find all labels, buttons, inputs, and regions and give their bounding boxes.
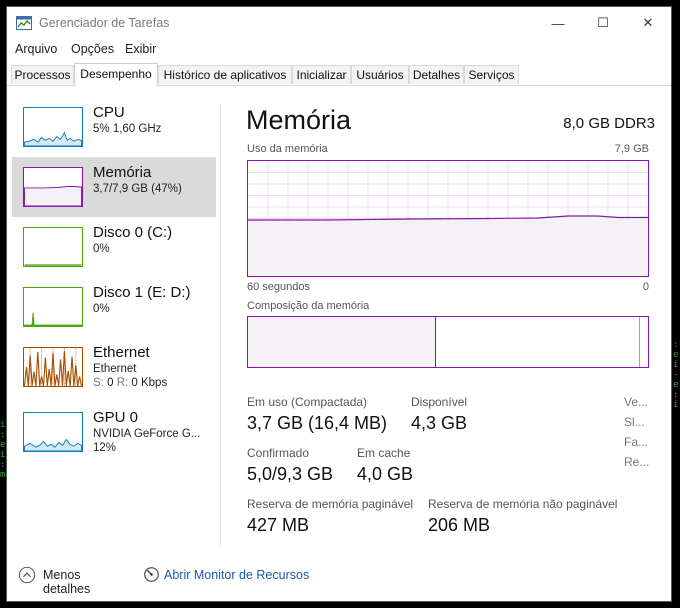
tab-inicializar[interactable]: Inicializar [292, 65, 351, 84]
fewer-details-toggle[interactable]: Menos detalhes [15, 562, 131, 596]
fewer-details-label: Menos detalhes [43, 568, 91, 596]
minimize-button[interactable]: — [535, 11, 581, 35]
ethernet-thumbnail-graph [23, 347, 83, 387]
panel-title: Memória [246, 105, 352, 135]
cached-value: 4,0 GB [357, 464, 414, 484]
send-label: S: [93, 377, 104, 389]
tab-usuarios[interactable]: Usuários [351, 65, 409, 84]
cpu-usage: 5% 1,60 GHz [93, 123, 162, 135]
memory-usage: 3,7/7,9 GB (47%) [93, 183, 182, 195]
cpu-thumbnail-graph [23, 107, 83, 147]
tab-historico[interactable]: Histórico de aplicativos [158, 65, 292, 84]
available-value: 4,3 GB [411, 413, 468, 433]
tab-strip: Processos Desempenho Histórico de aplica… [7, 63, 671, 86]
committed-value: 5,0/9,3 GB [247, 464, 334, 484]
disk1-usage: 0% [93, 303, 110, 315]
memory-thumbnail-graph [23, 167, 83, 207]
disk0-usage: 0% [93, 243, 110, 255]
composition-free-marker [639, 317, 640, 367]
maximize-button[interactable]: ☐ [580, 11, 626, 35]
side-label-form-factor: Fa... [624, 435, 649, 449]
nonpaged-pool-label: Reserva de memória não paginável [428, 497, 618, 511]
sidebar-item-disco1[interactable]: Disco 1 (E: D:) 0% [12, 277, 216, 337]
nonpaged-pool-value: 206 MB [428, 515, 491, 535]
background-text: i : e i : m [0, 420, 6, 480]
cpu-title: CPU [93, 104, 125, 121]
memory-usage-area [248, 216, 648, 276]
gpu-title: GPU 0 [93, 409, 139, 426]
memory-title: Memória [93, 164, 152, 181]
chevron-up-icon [18, 566, 36, 584]
gpu-name: NVIDIA GeForce G... [93, 428, 201, 440]
committed-label: Confirmado [247, 446, 310, 460]
composition-in-use [248, 317, 436, 367]
task-manager-window: Gerenciador de Tarefas — ☐ ✕ Arquivo Opç… [6, 6, 672, 602]
memory-composition-bar [247, 316, 649, 368]
menu-opcoes[interactable]: Opções [71, 42, 114, 56]
memory-usage-graph [247, 160, 649, 277]
side-label-speed: Ve... [624, 395, 649, 409]
recv-label: R: [116, 377, 129, 389]
time-axis-right: 0 [642, 281, 649, 293]
footer-bar: Menos detalhes Abrir Monitor de Recursos [7, 562, 671, 596]
disk1-thumbnail-graph [23, 287, 83, 327]
title-bar: Gerenciador de Tarefas — ☐ ✕ [7, 7, 671, 39]
ethernet-throughput: S: 0 R: 0 Kbps [93, 377, 167, 389]
resource-monitor-icon [144, 567, 159, 582]
tab-detalhes[interactable]: Detalhes [409, 65, 464, 84]
available-label: Disponível [411, 395, 468, 409]
window-title: Gerenciador de Tarefas [39, 16, 170, 30]
tab-servicos[interactable]: Serviços [464, 65, 519, 84]
menu-exibir[interactable]: Exibir [125, 42, 156, 56]
background-text: : e i - e : i [673, 340, 679, 410]
in-use-value: 3,7 GB (16,4 MB) [247, 413, 388, 433]
side-label-reserved: Re... [624, 455, 650, 469]
panel-divider [220, 104, 221, 548]
disk1-title: Disco 1 (E: D:) [93, 284, 191, 301]
ethernet-adapter: Ethernet [93, 363, 137, 375]
memory-panel: Memória 8,0 GB DDR3 Uso da memória 7,9 G… [233, 97, 663, 552]
tab-processos[interactable]: Processos [11, 65, 74, 84]
gpu-usage: 12% [93, 442, 117, 454]
resource-sidebar: CPU 5% 1,60 GHz Memória 3,7/7,9 GB (47%)… [7, 97, 220, 552]
gpu-thumbnail-graph [23, 412, 83, 452]
send-value: 0 [107, 377, 114, 389]
sidebar-item-gpu[interactable]: GPU 0 NVIDIA GeForce G... 12% [12, 402, 216, 462]
resource-monitor-link[interactable]: Abrir Monitor de Recursos [141, 562, 311, 588]
menu-arquivo[interactable]: Arquivo [15, 42, 57, 56]
time-axis-left: 60 segundos [247, 281, 310, 293]
sidebar-item-memoria[interactable]: Memória 3,7/7,9 GB (47%) [12, 157, 216, 217]
paged-pool-label: Reserva de memória paginável [247, 497, 414, 511]
close-button[interactable]: ✕ [625, 11, 671, 35]
recv-value: 0 Kbps [131, 377, 168, 389]
sidebar-item-disco0[interactable]: Disco 0 (C:) 0% [12, 217, 216, 277]
usage-label: Uso da memória [247, 143, 328, 155]
memory-spec: 8,0 GB DDR3 [563, 115, 655, 132]
paged-pool-value: 427 MB [247, 515, 310, 535]
disk0-thumbnail-graph [23, 227, 83, 267]
task-manager-icon [16, 16, 32, 30]
sidebar-item-cpu[interactable]: CPU 5% 1,60 GHz [12, 97, 216, 157]
resource-monitor-label: Abrir Monitor de Recursos [164, 568, 310, 582]
usage-max: 7,9 GB [614, 143, 649, 155]
composition-label: Composição da memória [247, 300, 370, 312]
side-label-slots: Sl... [624, 415, 645, 429]
disk0-title: Disco 0 (C:) [93, 224, 173, 241]
tab-desempenho[interactable]: Desempenho [74, 63, 158, 86]
cached-label: Em cache [357, 446, 411, 460]
in-use-label: Em uso (Compactada) [247, 395, 368, 409]
ethernet-title: Ethernet [93, 344, 150, 361]
sidebar-item-ethernet[interactable]: Ethernet Ethernet S: 0 R: 0 Kbps [12, 337, 216, 397]
